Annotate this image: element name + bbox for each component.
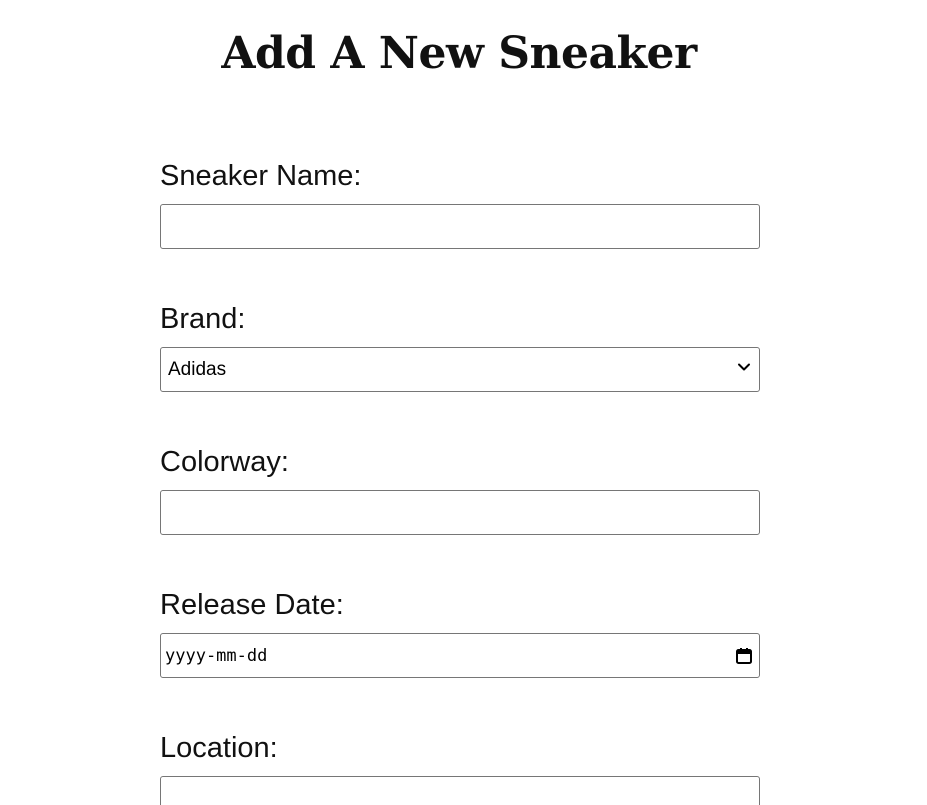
sneaker-name-label: Sneaker Name: [160,160,362,192]
brand-select[interactable]: Adidas [160,347,760,392]
location-input[interactable] [160,776,760,805]
release-date-group: Release Date: yyyy-mm-dd [160,587,760,678]
brand-selected-value: Adidas [168,359,227,380]
chevron-down-icon [738,363,750,371]
release-date-input[interactable]: yyyy-mm-dd [160,633,760,678]
brand-group: Brand: Adidas [160,301,760,392]
colorway-label: Colorway: [160,446,289,478]
sneaker-name-group: Sneaker Name: [160,158,760,249]
page-title: Add A New Sneaker [221,28,697,79]
sneaker-name-input[interactable] [160,204,760,249]
colorway-group: Colorway: [160,444,760,535]
calendar-icon[interactable] [735,647,753,665]
colorway-input[interactable] [160,490,760,535]
brand-label: Brand: [160,303,246,335]
location-group: Location: [160,730,760,805]
release-date-label: Release Date: [160,589,344,621]
add-sneaker-page: Add A New Sneaker Sneaker Name: Brand: A… [0,0,927,805]
location-label: Location: [160,732,278,764]
release-date-placeholder: yyyy-mm-dd [165,646,268,666]
